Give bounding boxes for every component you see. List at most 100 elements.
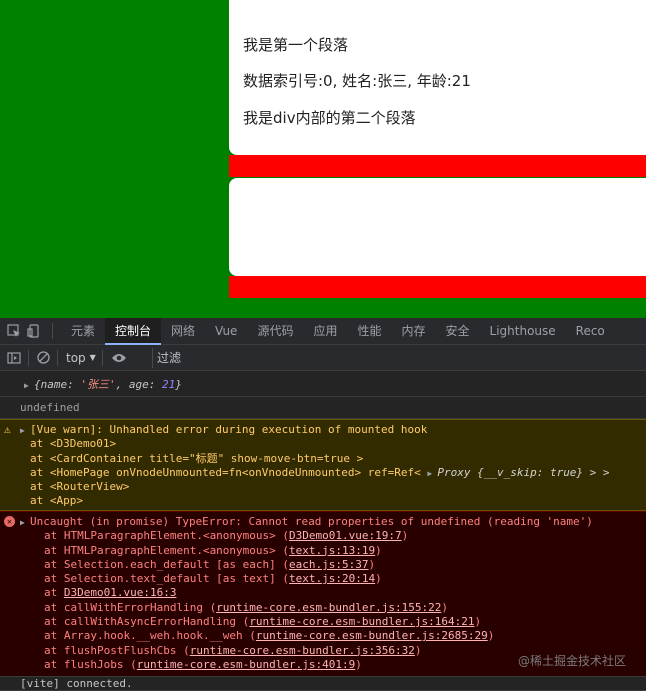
source-link[interactable]: runtime-core.esm-bundler.js:356:32 (190, 644, 415, 657)
error-title: Uncaught (in promise) TypeError: Cannot … (30, 515, 593, 528)
obj-key-name: name (40, 378, 68, 391)
brace-open: { (34, 378, 41, 391)
proxy-object[interactable]: Proxy {__v_skip: true} > > (437, 466, 609, 479)
tab-vue[interactable]: Vue (205, 318, 247, 345)
stack-trace: at HTMLParagraphElement.<anonymous> (D3D… (20, 529, 646, 672)
source-link[interactable]: runtime-core.esm-bundler.js:155:22 (216, 601, 441, 614)
stack-frame: at HTMLParagraphElement.<anonymous> (tex… (20, 544, 646, 558)
frame-text: ) (441, 600, 448, 614)
warn-trace-line: at <CardContainer title="标题" show-move-b… (30, 451, 364, 465)
colon: : (67, 378, 81, 391)
clear-console-icon[interactable] (33, 345, 53, 371)
tab-sources[interactable]: 源代码 (247, 318, 303, 345)
frame-text: ) (375, 543, 382, 557)
tab-network[interactable]: 网络 (161, 318, 205, 345)
console-output: ▶ {name: '张三', age: 21} undefined ⚠ ▶ [Vue… (0, 372, 646, 691)
tab-recorder[interactable]: Reco (566, 318, 615, 345)
eye-icon[interactable] (109, 345, 129, 371)
stack-frame: at Selection.text_default [as text] (tex… (20, 572, 646, 586)
stack-frame: at callWithErrorHandling (runtime-core.e… (20, 601, 646, 615)
source-link[interactable]: each.js:5:37 (289, 558, 368, 571)
red-strip-top (229, 155, 646, 177)
warning-icon: ⚠ (4, 423, 11, 436)
devtools-panel: 元素 控制台 网络 Vue 源代码 应用 性能 内存 安全 Lighthouse… (0, 317, 646, 691)
source-link[interactable]: runtime-core.esm-bundler.js:2685:29 (256, 629, 488, 642)
error-title-row: ▶ Uncaught (in promise) TypeError: Cannot… (20, 515, 646, 529)
app-preview: 我是第一个段落 数据索引号:0, 姓名:张三, 年龄:21 我是div内部的第二… (0, 0, 646, 318)
frame-text: at flushPostFlushCbs ( (44, 643, 190, 657)
error-icon: ✕ (4, 516, 15, 527)
warn-trace-line: at <HomePage onVnodeUnmounted=fn<onVnode… (20, 466, 646, 480)
warn-title: [Vue warn]: Unhandled error during execu… (30, 423, 428, 436)
expand-triangle-icon[interactable]: ▶ (24, 373, 34, 398)
frame-text: ) (368, 557, 376, 571)
divider (57, 349, 58, 366)
frame-text: at callWithAsyncErrorHandling ( (44, 615, 250, 629)
divider (52, 323, 53, 339)
expand-triangle-icon[interactable]: ▶ (20, 424, 30, 438)
frame-text: ) (487, 629, 495, 643)
filter-input[interactable]: 过滤 (152, 348, 646, 368)
card-second (229, 178, 646, 276)
chevron-down-icon: ▼ (89, 353, 96, 362)
log-vite: [vite] connected. (0, 677, 646, 691)
devtools-tabbar: 元素 控制台 网络 Vue 源代码 应用 性能 内存 安全 Lighthouse… (0, 317, 646, 345)
frame-text: ) (401, 529, 409, 543)
log-undefined: undefined (0, 397, 646, 419)
expand-triangle-icon[interactable]: ▶ (427, 467, 437, 481)
stack-frame: at Selection.each_default [as each] (eac… (20, 558, 646, 572)
frame-text: ) (355, 657, 362, 671)
tab-console[interactable]: 控制台 (105, 317, 162, 345)
stack-frame: at Array.hook.__weh.hook.__weh (runtime-… (20, 629, 646, 643)
brace-close: } (175, 378, 182, 391)
inspect-element-icon[interactable] (4, 318, 24, 345)
tab-memory[interactable]: 内存 (391, 318, 435, 345)
tab-security[interactable]: 安全 (436, 318, 480, 345)
divider (101, 349, 103, 366)
red-strip-bottom (229, 276, 646, 298)
obj-value-age: 21 (162, 378, 176, 391)
expand-triangle-icon[interactable]: ▶ (20, 516, 30, 530)
warn-title-row: ▶ [Vue warn]: Unhandled error during exec… (20, 423, 646, 437)
obj-key-age: age (128, 378, 149, 391)
stack-frame: at callWithAsyncErrorHandling (runtime-c… (20, 615, 646, 629)
frame-text: at Array.hook.__weh.hook.__weh ( (44, 629, 256, 643)
comma: , (115, 378, 129, 391)
warn-trace-line: at <App> (30, 494, 83, 508)
source-link[interactable]: D3Demo01.vue:19:7 (289, 529, 402, 542)
frame-text: ) (474, 615, 482, 629)
frame-text: ) (375, 572, 382, 586)
obj-value-name: '张三' (80, 378, 116, 391)
stack-frame: at D3Demo01.vue:16:3 (20, 586, 646, 600)
tab-application[interactable]: 应用 (303, 318, 347, 345)
warn-trace-line: at <D3Demo01> (30, 437, 117, 451)
source-link[interactable]: D3Demo01.vue:16:3 (64, 586, 177, 599)
watermark: @稀土掘金技术社区 (517, 654, 626, 668)
colon: : (148, 378, 162, 391)
stack-frame: at HTMLParagraphElement.<anonymous> (D3D… (20, 529, 646, 543)
console-toolbar: top ▼ 过滤 (0, 345, 646, 371)
tab-lighthouse[interactable]: Lighthouse (480, 318, 566, 345)
device-toolbar-icon[interactable] (24, 318, 44, 345)
frame-text: at (44, 586, 64, 600)
sidebar-toggle-icon[interactable] (4, 345, 24, 371)
frame-text: at callWithErrorHandling ( (44, 600, 217, 614)
source-link[interactable]: runtime-core.esm-bundler.js:164:21 (249, 615, 474, 628)
source-link[interactable]: text.js:13:19 (289, 544, 375, 557)
source-link[interactable]: runtime-core.esm-bundler.js:401:9 (137, 658, 356, 671)
context-label: top (66, 350, 86, 365)
paragraph-first: 我是第一个段落 (243, 36, 349, 54)
frame-text: at Selection.each_default [as each] ( (44, 557, 290, 571)
frame-text: at HTMLParagraphElement.<anonymous> ( (44, 543, 290, 557)
frame-text: ) (414, 643, 422, 657)
context-selector[interactable]: top ▼ (66, 351, 96, 365)
divider (28, 349, 29, 366)
log-object[interactable]: ▶ {name: '张三', age: 21} (0, 372, 646, 397)
tab-elements[interactable]: 元素 (61, 318, 105, 345)
tab-performance[interactable]: 性能 (347, 318, 391, 345)
warn-trace-line: at <RouterView> (30, 480, 130, 494)
card-first: 我是第一个段落 数据索引号:0, 姓名:张三, 年龄:21 我是div内部的第二… (229, 0, 646, 155)
paragraph-second: 我是div内部的第二个段落 (243, 109, 416, 127)
source-link[interactable]: text.js:20:14 (289, 572, 375, 585)
vue-warning: ⚠ ▶ [Vue warn]: Unhandled error during ex… (0, 419, 646, 511)
